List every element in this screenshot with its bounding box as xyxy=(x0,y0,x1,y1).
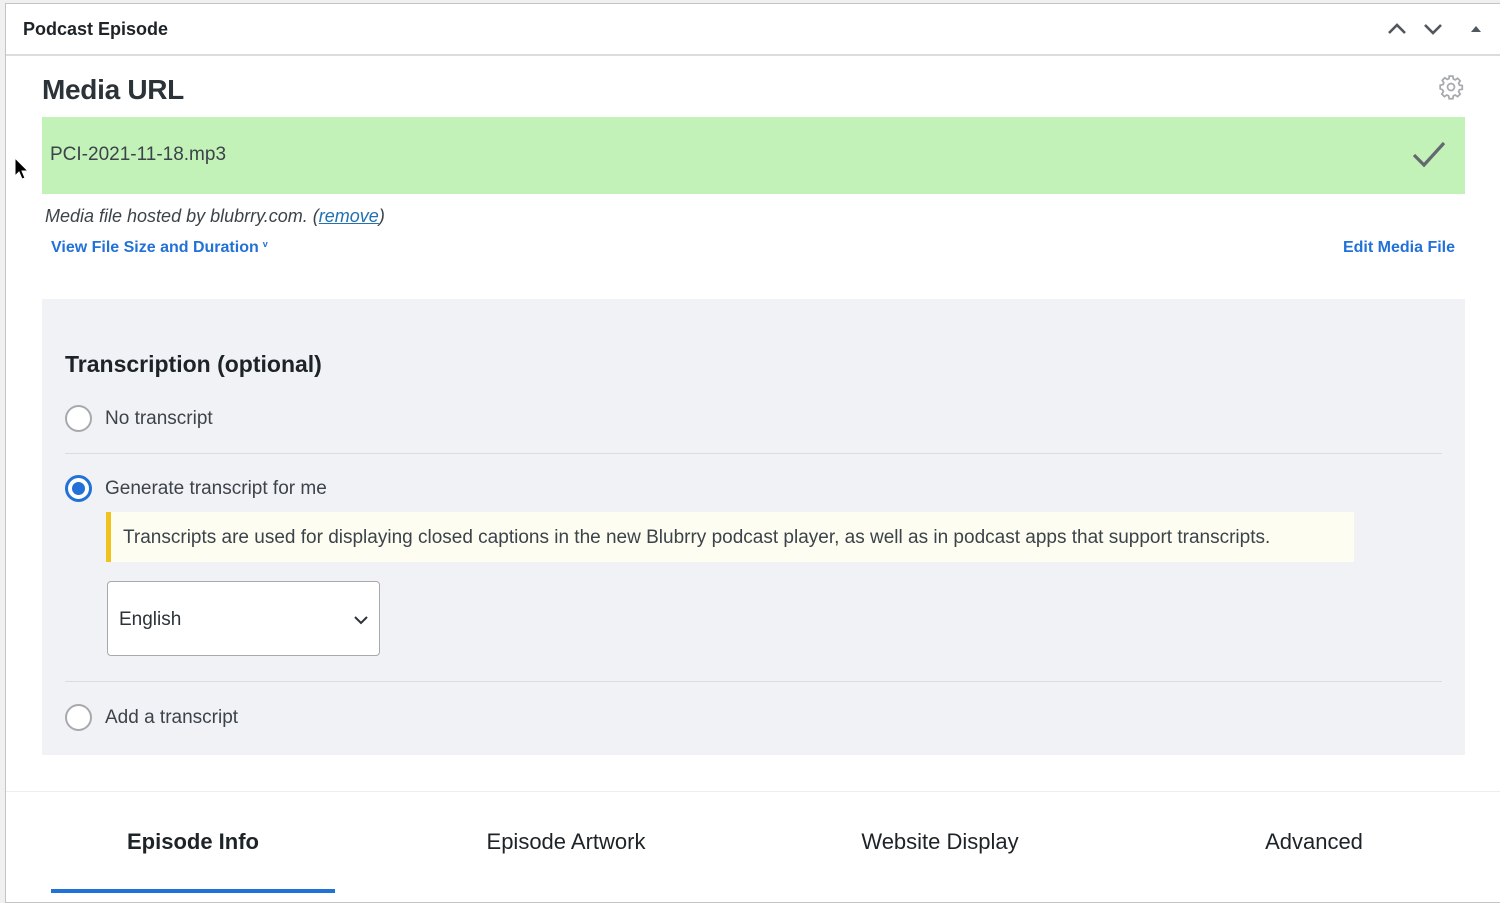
checkmark-icon xyxy=(1412,141,1446,168)
radio-no-transcript[interactable]: No transcript xyxy=(65,405,213,432)
toggle-panel-button[interactable] xyxy=(1464,17,1488,41)
media-url-field[interactable]: PCI-2021-11-18.mp3 xyxy=(42,117,1465,194)
move-down-button[interactable] xyxy=(1421,17,1445,41)
divider xyxy=(65,681,1442,682)
caret-down-icon: v xyxy=(262,239,268,249)
chevron-down-icon xyxy=(354,616,368,625)
radio-button[interactable] xyxy=(65,405,92,432)
radio-label: Add a transcript xyxy=(105,706,239,728)
radio-button-checked[interactable] xyxy=(65,475,92,502)
tab-advanced[interactable]: Advanced xyxy=(1174,829,1454,855)
media-url-value[interactable]: PCI-2021-11-18.mp3 xyxy=(50,144,226,166)
language-select[interactable]: English xyxy=(107,581,380,656)
radio-generate-transcript[interactable]: Generate transcript for me xyxy=(65,475,327,502)
chevron-down-icon xyxy=(1424,24,1442,35)
transcription-title: Transcription (optional) xyxy=(65,351,322,377)
divider xyxy=(65,453,1442,454)
transcription-panel: Transcription (optional) No transcript G… xyxy=(42,299,1465,755)
transcript-notice: Transcripts are used for displaying clos… xyxy=(106,512,1354,562)
radio-button[interactable] xyxy=(65,704,92,731)
gear-icon xyxy=(1439,75,1464,100)
radio-label: Generate transcript for me xyxy=(105,477,327,499)
tab-episode-info[interactable]: Episode Info xyxy=(51,829,335,855)
radio-label: No transcript xyxy=(105,407,213,429)
mouse-cursor-icon xyxy=(14,157,30,180)
chevron-up-icon xyxy=(1388,23,1406,34)
triangle-up-icon xyxy=(1471,26,1481,32)
view-file-size-link[interactable]: View File Size and Duration v xyxy=(51,239,268,257)
settings-button[interactable] xyxy=(1438,74,1464,100)
postbox-title: Podcast Episode xyxy=(23,19,169,39)
radio-add-transcript[interactable]: Add a transcript xyxy=(65,704,238,731)
tab-website-display[interactable]: Website Display xyxy=(800,829,1080,855)
remove-link[interactable]: remove xyxy=(319,206,379,226)
tab-episode-artwork[interactable]: Episode Artwork xyxy=(426,829,706,855)
move-up-button[interactable] xyxy=(1385,17,1409,41)
hosted-by-note: Media file hosted by blubrry.com. (remov… xyxy=(45,206,385,226)
episode-tabs: Episode Info Episode Artwork Website Dis… xyxy=(6,791,1500,896)
edit-media-file-link[interactable]: Edit Media File xyxy=(1343,239,1455,257)
postbox-header: Podcast Episode xyxy=(6,4,1500,56)
language-selected-value: English xyxy=(119,609,182,630)
notice-text: Transcripts are used for displaying clos… xyxy=(123,527,1271,548)
active-tab-indicator xyxy=(51,889,335,893)
media-url-heading: Media URL xyxy=(42,74,184,105)
podcast-episode-postbox: Podcast Episode Media URL PCI-2021-11-18… xyxy=(5,3,1500,903)
